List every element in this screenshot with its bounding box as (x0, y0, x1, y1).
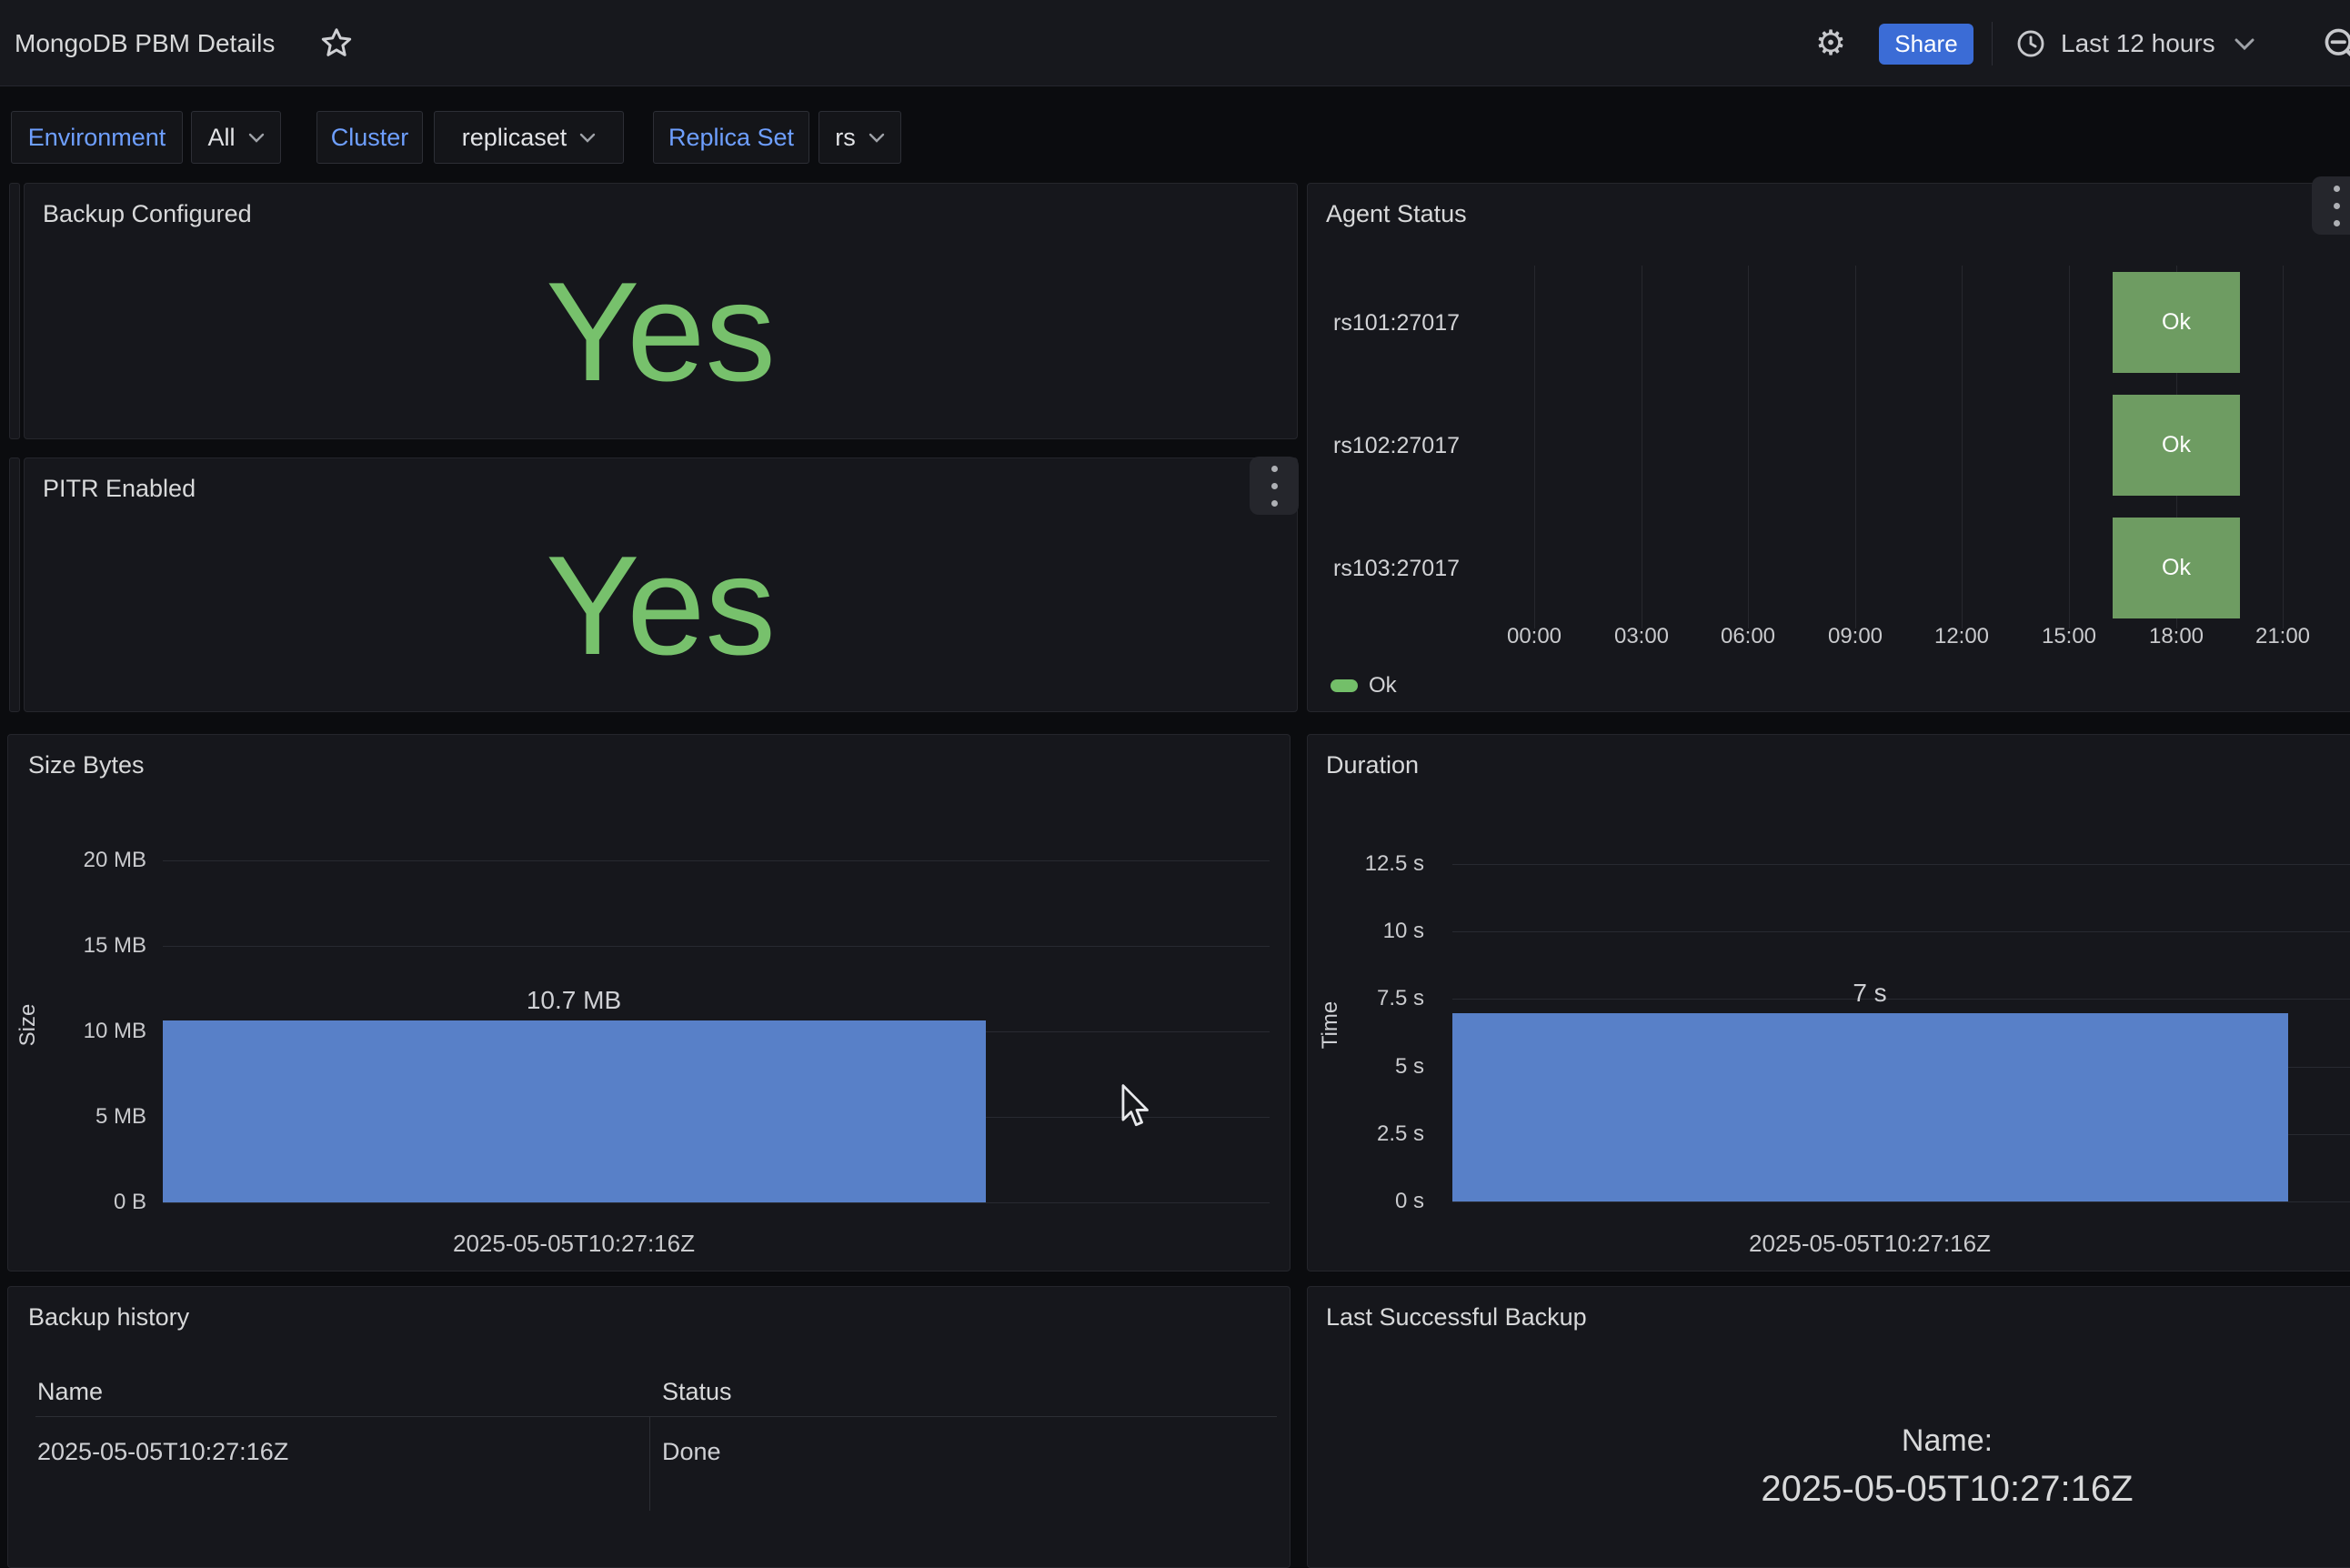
x-axis-tick: 21:00 (2233, 624, 2333, 649)
y-axis-tick: 10 MB (8, 1019, 146, 1044)
replica-set-value: rs (835, 124, 856, 152)
backup-configured-stat-value: Yes (25, 184, 1297, 438)
y-axis-tick: 12.5 s (1308, 851, 1424, 877)
share-button[interactable]: Share (1879, 24, 1973, 65)
zoom-out-time-range-icon[interactable] (2321, 25, 2350, 69)
table-header-name[interactable]: Name (37, 1378, 103, 1406)
gridline (1452, 931, 2350, 932)
pitr-enabled-stat-value: Yes (25, 458, 1297, 711)
panel-last-successful-backup: Last Successful Backup Name: 2025-05-05T… (1307, 1286, 2350, 1568)
y-axis-tick: 10 s (1308, 919, 1424, 944)
duration-bar[interactable] (1452, 1013, 2288, 1201)
gridline (1452, 864, 2350, 865)
variable-value-replica-set[interactable]: rs (818, 111, 901, 164)
cluster-value: replicaset (462, 124, 567, 152)
table-cell-name: 2025-05-05T10:27:16Z (37, 1438, 288, 1466)
timeline-row-label: rs101:27017 (1333, 310, 1460, 337)
legend-label: Ok (1369, 673, 1397, 699)
last-backup-name-label: Name: (1674, 1423, 2220, 1459)
panel-title: Backup history (28, 1303, 189, 1332)
panel-size-bytes: Size Bytes Size 20 MB 15 MB 10 MB 5 MB 0… (7, 734, 1290, 1271)
y-axis-tick: 20 MB (8, 848, 146, 873)
size-bytes-bar[interactable] (163, 1020, 986, 1202)
panel-title: Size Bytes (28, 751, 145, 779)
variable-label-environment[interactable]: Environment (11, 111, 183, 164)
environment-label: Environment (28, 124, 166, 152)
y-axis-tick: 0 s (1308, 1189, 1424, 1214)
panel-title: Last Successful Backup (1326, 1303, 1587, 1332)
table-cell-status: Done (662, 1438, 721, 1466)
y-axis-tick: 15 MB (8, 933, 146, 959)
top-navigation-bar: MongoDB PBM Details ⚙ Share Last 12 hour… (0, 0, 2350, 86)
y-axis-tick: 0 B (8, 1190, 146, 1215)
table-header-divider (35, 1416, 1277, 1417)
x-axis-tick: 12:00 (1912, 624, 2012, 649)
variable-label-replica-set[interactable]: Replica Set (653, 111, 809, 164)
gridline (163, 860, 1270, 861)
bar-value-label: 7 s (1733, 979, 2006, 1008)
gridline (1855, 266, 1856, 628)
timeline-row-label: rs103:27017 (1333, 556, 1460, 582)
panel-duration: Duration Time 12.5 s 10 s 7.5 s 5 s 2.5 … (1307, 734, 2350, 1271)
chevron-down-icon (248, 133, 265, 143)
offscreen-panel-edge (9, 183, 20, 439)
x-axis-tick: 15:00 (2019, 624, 2119, 649)
cluster-label: Cluster (331, 124, 409, 152)
timeline-row-label: rs102:27017 (1333, 433, 1460, 459)
variable-label-cluster[interactable]: Cluster (316, 111, 423, 164)
x-axis-category-label: 2025-05-05T10:27:16Z (1642, 1230, 2097, 1258)
grafana-dashboard: { "topbar": { "title": "MongoDB PBM Deta… (0, 0, 2350, 1541)
gridline (1748, 266, 1749, 628)
time-range-picker[interactable]: Last 12 hours (2061, 0, 2215, 86)
gridline (163, 946, 1270, 947)
panel-menu-kebab-icon[interactable] (2312, 176, 2350, 235)
table-column-divider (649, 1416, 650, 1511)
state-box-ok[interactable]: Ok (2113, 272, 2240, 373)
chevron-down-icon (579, 133, 596, 143)
gridline (2283, 266, 2284, 628)
y-axis-tick: 5 s (1308, 1054, 1424, 1080)
x-axis-tick: 09:00 (1805, 624, 1905, 649)
gridline (163, 1202, 1270, 1203)
environment-value: All (207, 124, 235, 152)
x-axis-tick: 06:00 (1698, 624, 1798, 649)
favorite-star-icon[interactable] (320, 26, 353, 64)
gridline (1452, 1201, 2350, 1202)
gridline (2069, 266, 2070, 628)
panel-pitr-enabled: PITR Enabled Yes (24, 457, 1298, 712)
variable-value-environment[interactable]: All (191, 111, 281, 164)
legend-swatch (1331, 679, 1358, 692)
dashboard-settings-gear-icon[interactable]: ⚙ (1815, 0, 1846, 86)
x-axis-tick: 18:00 (2126, 624, 2226, 649)
offscreen-panel-edge (9, 457, 20, 712)
last-backup-name-value: 2025-05-05T10:27:16Z (1674, 1469, 2220, 1510)
toolbar-divider (1992, 22, 1993, 65)
y-axis-tick: 5 MB (8, 1104, 146, 1130)
time-range-clock-icon[interactable] (2015, 28, 2046, 64)
state-box-ok[interactable]: Ok (2113, 395, 2240, 496)
panel-title: Agent Status (1326, 200, 1467, 228)
time-range-chevron-down-icon[interactable] (2234, 38, 2255, 55)
legend-item-ok[interactable]: Ok (1331, 673, 1397, 699)
dashboard-title: MongoDB PBM Details (15, 0, 275, 86)
panel-title: Duration (1326, 751, 1419, 779)
gridline (1534, 266, 1535, 628)
panel-agent-status: Agent Status rs101:27017 rs102:27017 rs1… (1307, 183, 2350, 712)
bar-value-label: 10.7 MB (437, 986, 710, 1015)
panel-backup-history: Backup history Name Status 2025-05-05T10… (7, 1286, 1290, 1568)
panel-backup-configured: Backup Configured Yes (24, 183, 1298, 439)
x-axis-category-label: 2025-05-05T10:27:16Z (346, 1230, 801, 1258)
replica-set-label: Replica Set (668, 124, 794, 152)
chevron-down-icon (869, 133, 885, 143)
table-header-status[interactable]: Status (662, 1378, 732, 1406)
gridline (1962, 266, 1963, 628)
x-axis-tick: 03:00 (1592, 624, 1692, 649)
y-axis-tick: 2.5 s (1308, 1121, 1424, 1147)
y-axis-tick: 7.5 s (1308, 986, 1424, 1011)
state-box-ok[interactable]: Ok (2113, 518, 2240, 618)
x-axis-tick: 00:00 (1484, 624, 1584, 649)
variable-value-cluster[interactable]: replicaset (434, 111, 624, 164)
